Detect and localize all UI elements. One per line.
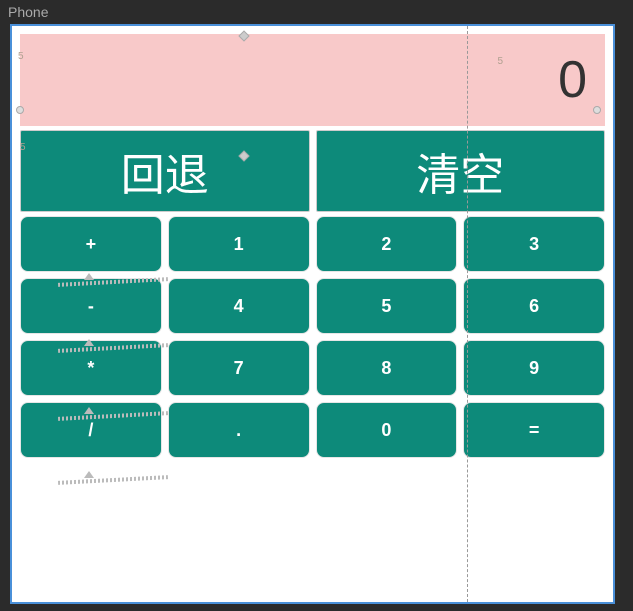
- equals-button[interactable]: =: [463, 402, 605, 458]
- num-0-button[interactable]: 0: [316, 402, 458, 458]
- num-7-button[interactable]: 7: [168, 340, 310, 396]
- num-4-button[interactable]: 4: [168, 278, 310, 334]
- minus-button[interactable]: -: [20, 278, 162, 334]
- constraint-arrow: [84, 471, 94, 478]
- backspace-button[interactable]: 回退: [20, 130, 310, 212]
- num-8-button[interactable]: 8: [316, 340, 458, 396]
- num-1-button[interactable]: 1: [168, 216, 310, 272]
- num-3-button[interactable]: 3: [463, 216, 605, 272]
- num-6-button[interactable]: 6: [463, 278, 605, 334]
- decimal-button[interactable]: .: [168, 402, 310, 458]
- device-frame: 5 5 5 0 回退 清空 + 1 2 3 - 4 5 6 * 7 8: [10, 24, 615, 604]
- constraint-spring: [58, 475, 168, 485]
- divide-button[interactable]: /: [20, 402, 162, 458]
- num-5-button[interactable]: 5: [316, 278, 458, 334]
- multiply-button[interactable]: *: [20, 340, 162, 396]
- keypad: + 1 2 3 - 4 5 6 * 7 8 9 / . 0 =: [20, 216, 605, 458]
- plus-button[interactable]: +: [20, 216, 162, 272]
- clear-button[interactable]: 清空: [316, 130, 606, 212]
- display-value: 0: [558, 50, 587, 110]
- window-label: Phone: [0, 0, 633, 24]
- num-9-button[interactable]: 9: [463, 340, 605, 396]
- num-2-button[interactable]: 2: [316, 216, 458, 272]
- calculator-display: 0: [20, 34, 605, 126]
